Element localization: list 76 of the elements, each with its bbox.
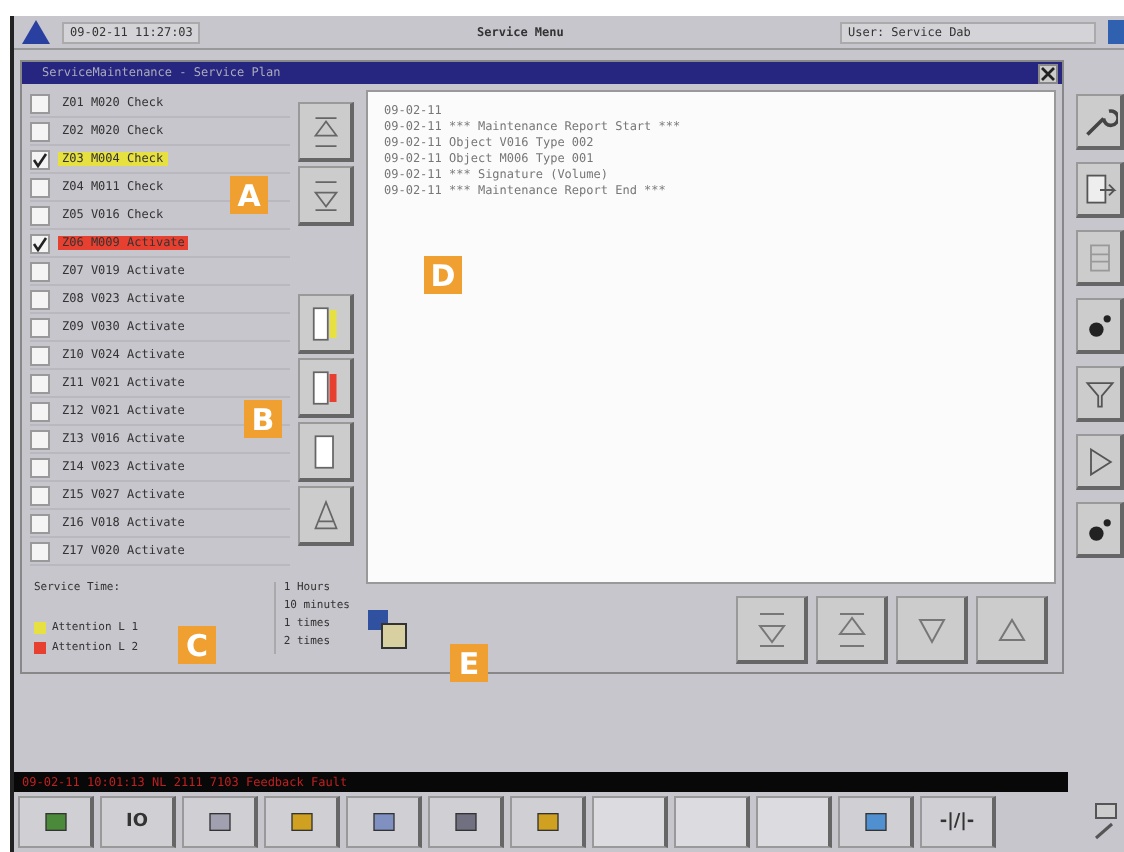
checkbox[interactable] (30, 513, 50, 533)
first-icon (835, 609, 867, 649)
checkbox[interactable] (30, 401, 50, 421)
taskbar-button[interactable]: IO (100, 796, 176, 848)
taskbar-button[interactable] (428, 796, 504, 848)
callout-label: A (230, 176, 268, 214)
checkbox[interactable] (30, 149, 50, 169)
scroll-up-button[interactable] (976, 596, 1048, 664)
last-icon (755, 609, 787, 649)
document-icon (311, 431, 339, 471)
dots-button[interactable] (1076, 298, 1124, 354)
taskbar-button[interactable]: -|/|- (920, 796, 996, 848)
stack-button[interactable] (1076, 230, 1124, 286)
document-button[interactable] (298, 422, 354, 482)
pencil-icon[interactable] (1092, 802, 1120, 842)
taskbar-button[interactable] (346, 796, 422, 848)
checkbox[interactable] (30, 317, 50, 337)
checkbox[interactable] (30, 233, 50, 253)
app-icon (207, 812, 231, 832)
checkbox[interactable] (30, 457, 50, 477)
document-arrow-button[interactable] (1076, 162, 1124, 218)
checkbox[interactable] (30, 345, 50, 365)
checkbox[interactable] (30, 485, 50, 505)
app-icon (43, 812, 67, 832)
checkbox[interactable] (30, 205, 50, 225)
sign-button[interactable] (298, 486, 354, 546)
attention-two-button[interactable] (298, 358, 354, 418)
taskbar-button[interactable] (264, 796, 340, 848)
triangle-icon (311, 495, 339, 535)
app-icon (863, 812, 887, 832)
taskbar-button[interactable] (592, 796, 668, 848)
check-icon (32, 151, 48, 167)
taskbar-button[interactable] (510, 796, 586, 848)
checkbox[interactable] (30, 541, 50, 561)
callout-label: D (424, 256, 462, 294)
attention-one-button[interactable] (298, 294, 354, 354)
wrench-icon (1081, 103, 1117, 139)
close-icon (1040, 65, 1056, 81)
funnel-button[interactable] (1076, 366, 1124, 422)
checkbox[interactable] (30, 177, 50, 197)
taskbar-button[interactable] (838, 796, 914, 848)
scroll-bottom-button[interactable] (298, 166, 354, 226)
dots-button[interactable] (1076, 502, 1124, 558)
checkbox[interactable] (30, 373, 50, 393)
scroll-bottom-button[interactable] (736, 596, 808, 664)
app-icon (453, 812, 477, 832)
callout-label: B (244, 400, 282, 438)
checkbox[interactable] (30, 429, 50, 449)
logo-icon (22, 20, 50, 44)
checkbox[interactable] (30, 93, 50, 113)
check-icon (32, 235, 48, 251)
last-icon (311, 177, 339, 213)
first-icon (311, 113, 339, 149)
checkbox[interactable] (30, 289, 50, 309)
status-indicator (1108, 20, 1124, 44)
document-icon (311, 367, 339, 407)
play-button[interactable] (1076, 434, 1124, 490)
taskbar-button[interactable] (182, 796, 258, 848)
app-icon (535, 812, 559, 832)
callout-label: C (178, 626, 216, 664)
save-document-icon[interactable] (366, 608, 410, 652)
app-icon (289, 812, 313, 832)
scroll-top-button[interactable] (298, 102, 354, 162)
app-icon (371, 812, 395, 832)
taskbar-button[interactable] (674, 796, 750, 848)
wrench-button[interactable] (1076, 94, 1124, 150)
taskbar-button[interactable] (18, 796, 94, 848)
close-button[interactable] (1038, 63, 1058, 83)
callout-label: E (450, 644, 488, 682)
checkbox[interactable] (30, 261, 50, 281)
document-icon (311, 303, 339, 343)
checkbox[interactable] (30, 121, 50, 141)
document-arrow-icon (1081, 171, 1117, 207)
scroll-top-button[interactable] (816, 596, 888, 664)
taskbar-button[interactable] (756, 796, 832, 848)
scroll-down-button[interactable] (896, 596, 968, 664)
